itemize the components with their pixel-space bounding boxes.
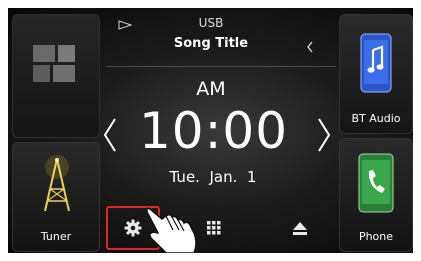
song-title[interactable]: Song Title	[136, 36, 286, 51]
eject-icon	[293, 221, 307, 235]
device-frame: USB Song Title AM 10:00 Tue. Jan. 1 BT A…	[0, 0, 421, 261]
eject-button[interactable]	[286, 206, 314, 250]
phone-tile[interactable]: Phone	[339, 138, 413, 252]
grid-menu-icon	[207, 221, 221, 235]
clock-time: 10:00	[138, 102, 289, 160]
source-label: USB	[198, 16, 224, 30]
previous-arrow-icon[interactable]	[102, 117, 118, 153]
hand-pointer-icon	[146, 207, 197, 253]
header-divider	[106, 66, 336, 67]
next-arrow-icon[interactable]	[316, 117, 332, 153]
play-outline-icon	[118, 20, 132, 30]
radio-tower-icon	[44, 155, 70, 212]
phone-label: Phone	[358, 230, 394, 243]
clock-date: Tue. Jan. 1	[169, 168, 257, 186]
source-grid-tile[interactable]	[12, 14, 100, 138]
home-screen: USB Song Title AM 10:00 Tue. Jan. 1 BT A…	[8, 8, 413, 253]
music-phone-icon	[360, 33, 392, 93]
bt-audio-label: BT Audio	[351, 112, 401, 125]
menu-button[interactable]	[200, 206, 228, 250]
tuner-label: Tuner	[40, 230, 72, 243]
grid-icon	[33, 45, 75, 82]
tuner-tile[interactable]: Tuner	[12, 142, 100, 252]
phone-icon	[358, 153, 394, 213]
collapse-arrow-icon[interactable]	[306, 41, 314, 53]
bt-audio-tile[interactable]: BT Audio	[339, 14, 413, 134]
